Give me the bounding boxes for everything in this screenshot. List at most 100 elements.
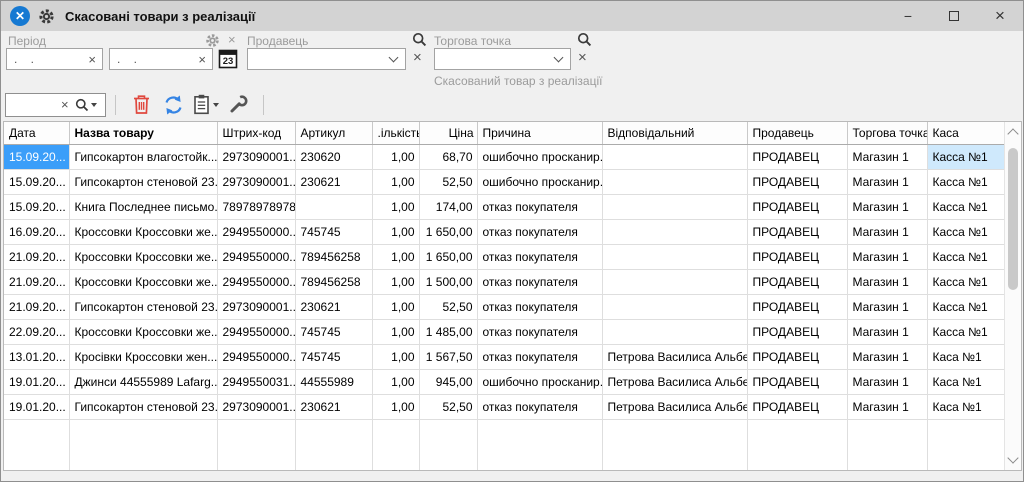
seller-combobox[interactable] (247, 48, 406, 70)
cell[interactable]: Магазин 1 (847, 394, 927, 419)
cell[interactable]: 1,00 (372, 219, 419, 244)
cell[interactable]: Джинси 44555989 Lafarg... (69, 369, 217, 394)
cell[interactable]: 2949550000... (217, 244, 295, 269)
cell[interactable]: 174,00 (419, 194, 477, 219)
cell[interactable] (602, 319, 747, 344)
column-header[interactable]: Ціна (419, 122, 477, 144)
cell[interactable]: 21.09.20... (4, 244, 69, 269)
cell[interactable]: 2973090001... (217, 394, 295, 419)
cell[interactable]: Кроссовки Кроссовки же... (69, 219, 217, 244)
cell[interactable]: Кроссовки Кроссовки же... (69, 244, 217, 269)
cell[interactable]: 2949550000... (217, 319, 295, 344)
column-header[interactable]: Назва товару (69, 122, 217, 144)
cell[interactable]: Гипсокартон стеновой 23... (69, 294, 217, 319)
cell[interactable]: 68,70 (419, 144, 477, 169)
cell[interactable]: отказ покупателя (477, 319, 602, 344)
column-header[interactable]: Торгова точка (847, 122, 927, 144)
cell[interactable]: 19.01.20... (4, 394, 69, 419)
cell[interactable]: ошибочно просканир... (477, 169, 602, 194)
cell[interactable]: ПРОДАВЕЦ (747, 219, 847, 244)
cell[interactable] (602, 244, 747, 269)
cell[interactable]: 1,00 (372, 394, 419, 419)
cell[interactable]: ПРОДАВЕЦ (747, 194, 847, 219)
cell[interactable]: ПРОДАВЕЦ (747, 144, 847, 169)
column-header[interactable]: .ількість (372, 122, 419, 144)
period-from-clear-icon[interactable]: × (82, 52, 102, 67)
service-button[interactable] (225, 92, 251, 118)
cell[interactable]: Гипсокартон стеновой 23... (69, 169, 217, 194)
search-input[interactable] (6, 94, 58, 116)
cell[interactable]: ПРОДАВЕЦ (747, 369, 847, 394)
cell[interactable]: Касса №1 (927, 144, 1004, 169)
cell[interactable]: 745745 (295, 344, 372, 369)
cell[interactable]: 21.09.20... (4, 294, 69, 319)
cell[interactable]: Магазин 1 (847, 344, 927, 369)
cell[interactable]: 13.01.20... (4, 344, 69, 369)
cell[interactable]: отказ покупателя (477, 294, 602, 319)
cell[interactable]: ПРОДАВЕЦ (747, 244, 847, 269)
cell[interactable]: 2949550000... (217, 269, 295, 294)
period-to-input[interactable] (110, 49, 192, 69)
column-header[interactable]: Відповідальний (602, 122, 747, 144)
cell[interactable]: 52,50 (419, 169, 477, 194)
cell[interactable]: Кроссовки Кроссовки же... (69, 269, 217, 294)
cell[interactable]: 1 485,00 (419, 319, 477, 344)
cell[interactable]: 2949550031... (217, 369, 295, 394)
cell[interactable]: 789456258 (295, 244, 372, 269)
delete-button[interactable] (128, 92, 154, 118)
cell[interactable]: 52,50 (419, 394, 477, 419)
cell[interactable]: 745745 (295, 319, 372, 344)
cell[interactable] (602, 144, 747, 169)
cell[interactable]: отказ покупателя (477, 394, 602, 419)
cell[interactable]: 1,00 (372, 344, 419, 369)
refresh-button[interactable] (160, 92, 186, 118)
cell[interactable]: отказ покупателя (477, 244, 602, 269)
cell[interactable]: Касса №1 (927, 294, 1004, 319)
cell[interactable]: Каса №1 (927, 394, 1004, 419)
cell[interactable]: 789789789789 (217, 194, 295, 219)
cell[interactable]: 16.09.20... (4, 219, 69, 244)
cell[interactable]: отказ покупателя (477, 194, 602, 219)
cell[interactable]: 2973090001... (217, 169, 295, 194)
seller-clear-button[interactable]: × (413, 51, 422, 65)
cell[interactable]: отказ покупателя (477, 219, 602, 244)
cell[interactable]: 1 650,00 (419, 244, 477, 269)
cell[interactable]: 15.09.20... (4, 169, 69, 194)
cell[interactable]: 230621 (295, 294, 372, 319)
cell[interactable]: Касса №1 (927, 269, 1004, 294)
cell[interactable]: 22.09.20... (4, 319, 69, 344)
column-header[interactable]: Каса (927, 122, 1004, 144)
cell[interactable]: ПРОДАВЕЦ (747, 269, 847, 294)
cell[interactable]: Касса №1 (927, 319, 1004, 344)
cell[interactable]: 15.09.20... (4, 194, 69, 219)
cell[interactable]: 745745 (295, 219, 372, 244)
cell[interactable] (602, 169, 747, 194)
cell[interactable]: 1,00 (372, 369, 419, 394)
outlet-search-icon[interactable] (577, 32, 592, 47)
cell[interactable]: Касса №1 (927, 194, 1004, 219)
cell[interactable]: Книга Последнее письмо... (69, 194, 217, 219)
cell[interactable]: Петрова Василиса Альбе... (602, 344, 747, 369)
cell[interactable]: 1,00 (372, 244, 419, 269)
cell[interactable]: 2973090001... (217, 144, 295, 169)
cell[interactable]: Магазин 1 (847, 269, 927, 294)
search-clear-icon[interactable]: × (58, 97, 72, 112)
cell[interactable]: 1,00 (372, 294, 419, 319)
cell[interactable]: Магазин 1 (847, 144, 927, 169)
cell[interactable] (602, 219, 747, 244)
cell[interactable]: ошибочно просканир... (477, 369, 602, 394)
cell[interactable]: 1,00 (372, 269, 419, 294)
column-header[interactable]: Штрих-код (217, 122, 295, 144)
column-header[interactable]: Причина (477, 122, 602, 144)
scroll-down-icon[interactable] (1007, 452, 1018, 463)
cell[interactable]: 789456258 (295, 269, 372, 294)
column-header[interactable]: Продавець (747, 122, 847, 144)
cell[interactable]: Гипсокартон стеновой 23... (69, 394, 217, 419)
column-header[interactable]: Дата (4, 122, 69, 144)
cell[interactable]: 52,50 (419, 294, 477, 319)
cell[interactable]: 1,00 (372, 194, 419, 219)
cell[interactable]: ПРОДАВЕЦ (747, 394, 847, 419)
maximize-button[interactable] (931, 1, 977, 31)
cell[interactable]: Петрова Василиса Альбе... (602, 369, 747, 394)
scroll-up-icon[interactable] (1007, 128, 1018, 139)
